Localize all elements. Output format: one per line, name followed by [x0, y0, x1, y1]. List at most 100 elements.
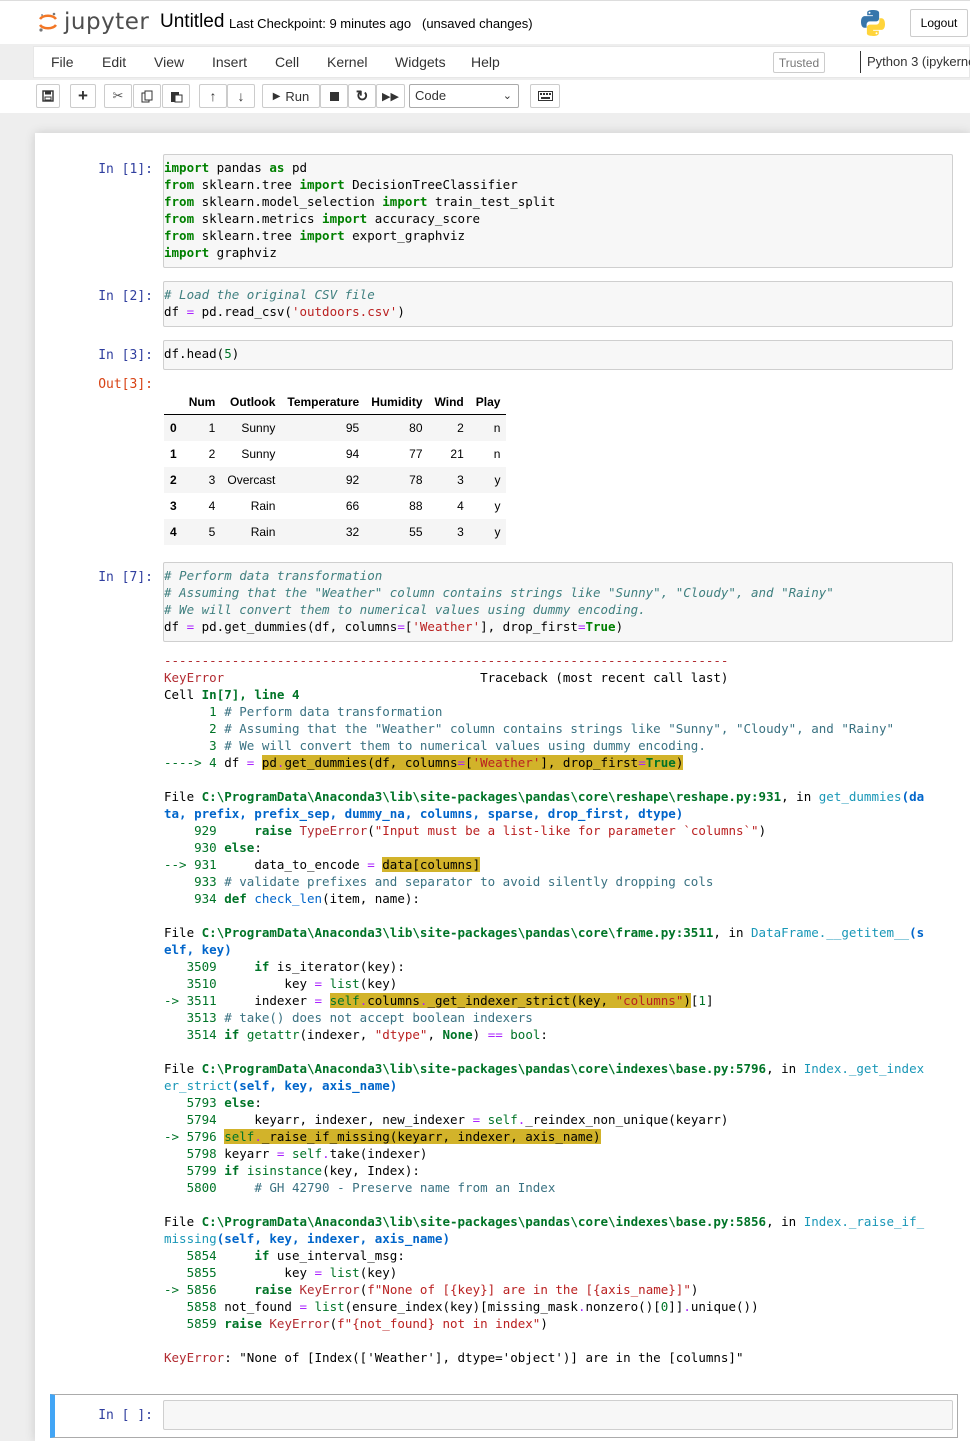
- logo-text: jupyter: [64, 9, 150, 35]
- table-cell: 95: [345, 421, 360, 435]
- run-button[interactable]: ▶ Run: [262, 84, 320, 108]
- stop-icon: [329, 91, 339, 101]
- input-prompt: In [ ]:: [98, 1408, 153, 1423]
- run-label: Run: [285, 88, 310, 104]
- play-icon: ▶: [272, 90, 281, 102]
- input-prompt: In [7]:: [98, 570, 153, 585]
- unsaved-indicator: (unsaved changes): [422, 16, 533, 31]
- menu-cell[interactable]: Cell: [275, 54, 299, 70]
- row-index: 1: [170, 447, 177, 461]
- code-cell-1[interactable]: import pandas as pd from sklearn.tree im…: [163, 154, 953, 268]
- paste-button[interactable]: [162, 84, 190, 108]
- input-prompt: In [3]:: [98, 348, 153, 363]
- command-palette-button[interactable]: [530, 84, 560, 108]
- table-cell: 88: [409, 499, 423, 513]
- toolbar: + ✂ ↑ ↓ ▶ Run ↻ ▶▶ Code ⌄: [0, 80, 970, 113]
- fast-forward-icon: ▶▶: [382, 90, 399, 103]
- table-cell: Sunny: [241, 421, 276, 435]
- table-cell: 2: [208, 447, 216, 461]
- table-cell: 77: [409, 447, 423, 461]
- trusted-indicator[interactable]: Trusted: [773, 52, 825, 73]
- menu-edit[interactable]: Edit: [102, 54, 126, 70]
- table-row: 4 5 Rain 32 55 3 y: [164, 519, 507, 545]
- column-header: Play: [469, 390, 507, 415]
- column-header: Humidity: [365, 390, 429, 415]
- logout-button[interactable]: Logout: [910, 9, 968, 37]
- restart-run-all-button[interactable]: ▶▶: [376, 84, 405, 108]
- kernel-name: Python 3 (ipykernel): [867, 54, 970, 69]
- checkpoint-status: Last Checkpoint: 9 minutes ago: [229, 16, 412, 31]
- code-text: # Load the original CSV file df = pd.rea…: [164, 287, 405, 319]
- table-cell: y: [494, 525, 501, 539]
- chevron-down-icon: ⌄: [502, 90, 512, 102]
- save-button[interactable]: [36, 84, 60, 108]
- table-cell: 21: [450, 447, 464, 461]
- jupyter-logo[interactable]: jupyter: [38, 9, 149, 35]
- table-cell: n: [493, 421, 501, 435]
- code-text: df.head(5): [164, 346, 240, 361]
- code-cell-2[interactable]: # Load the original CSV file df = pd.rea…: [163, 281, 953, 327]
- table-cell: 4: [208, 499, 216, 513]
- notebook-container: In [1]: import pandas as pd from sklearn…: [35, 133, 970, 1441]
- python-logo-icon: [861, 10, 885, 36]
- table-cell: 4: [457, 499, 464, 513]
- move-up-button[interactable]: ↑: [199, 84, 227, 108]
- row-index: 4: [170, 525, 177, 539]
- table-cell: Rain: [250, 499, 276, 513]
- row-index: 2: [170, 473, 177, 487]
- move-down-button[interactable]: ↓: [227, 84, 255, 108]
- table-cell: 2: [457, 421, 464, 435]
- code-text: # Perform data transformation # Assuming…: [164, 568, 834, 634]
- column-header: Outlook: [221, 390, 282, 415]
- table-row: 2 3 Overcast 92 78 3 y: [164, 467, 507, 493]
- table-cell: 32: [345, 525, 360, 539]
- menu-insert[interactable]: Insert: [212, 54, 247, 70]
- table-cell: y: [494, 499, 501, 513]
- index-header: [164, 390, 183, 415]
- restart-button[interactable]: ↻: [348, 84, 376, 108]
- table-cell: 92: [345, 473, 360, 487]
- menu-file[interactable]: File: [51, 54, 74, 70]
- code-cell-3[interactable]: df.head(5): [163, 340, 953, 370]
- empty-code-input[interactable]: [163, 1400, 953, 1430]
- cell-type-select[interactable]: Code ⌄: [409, 84, 519, 108]
- code-cell-7[interactable]: # Perform data transformation # Assuming…: [163, 562, 953, 642]
- insert-cell-button[interactable]: +: [70, 84, 96, 108]
- table-cell: Sunny: [241, 447, 276, 461]
- scissors-icon: ✂: [112, 88, 124, 103]
- menu-bar: File Edit View Insert Cell Kernel Widget…: [33, 46, 970, 78]
- row-index: 3: [170, 499, 177, 513]
- copy-icon: [141, 90, 152, 102]
- cut-button[interactable]: ✂: [104, 84, 132, 108]
- keyboard-icon: [537, 91, 553, 101]
- arrow-down-icon: ↓: [237, 88, 245, 104]
- table-cell: 94: [345, 447, 360, 461]
- arrow-up-icon: ↑: [209, 88, 217, 104]
- table-row: 1 2 Sunny 94 77 21 n: [164, 441, 506, 467]
- table-cell: y: [494, 473, 501, 487]
- table-cell: 5: [208, 525, 216, 539]
- table-cell: 80: [409, 421, 423, 435]
- table-cell: 55: [409, 525, 423, 539]
- notebook-name[interactable]: Untitled: [160, 11, 224, 33]
- paste-icon: [170, 91, 182, 102]
- kernel-indicator: Python 3 (ipykernel): [860, 51, 970, 73]
- output-prompt: Out[3]:: [98, 377, 153, 392]
- save-icon: [42, 90, 54, 102]
- input-prompt: In [2]:: [98, 289, 153, 304]
- interrupt-button[interactable]: [320, 84, 348, 108]
- copy-button[interactable]: [133, 84, 161, 108]
- menu-widgets[interactable]: Widgets: [395, 54, 446, 70]
- column-header: Num: [182, 390, 222, 415]
- table-row: 0 1 Sunny 95 80 2 n: [164, 414, 507, 441]
- table-row: 3 4 Rain 66 88 4 y: [164, 493, 506, 519]
- menu-kernel[interactable]: Kernel: [327, 54, 367, 70]
- menu-help[interactable]: Help: [471, 54, 500, 70]
- header: jupyter Untitled Last Checkpoint: 9 minu…: [0, 0, 970, 44]
- code-text: import pandas as pd from sklearn.tree im…: [164, 160, 556, 260]
- table-cell: 3: [457, 525, 464, 539]
- menu-view[interactable]: View: [154, 54, 184, 70]
- dataframe-output: Num Outlook Temperature Humidity Wind Pl…: [164, 390, 507, 545]
- jupyter-logo-icon: [38, 12, 58, 32]
- cell-type-value: Code: [415, 88, 447, 103]
